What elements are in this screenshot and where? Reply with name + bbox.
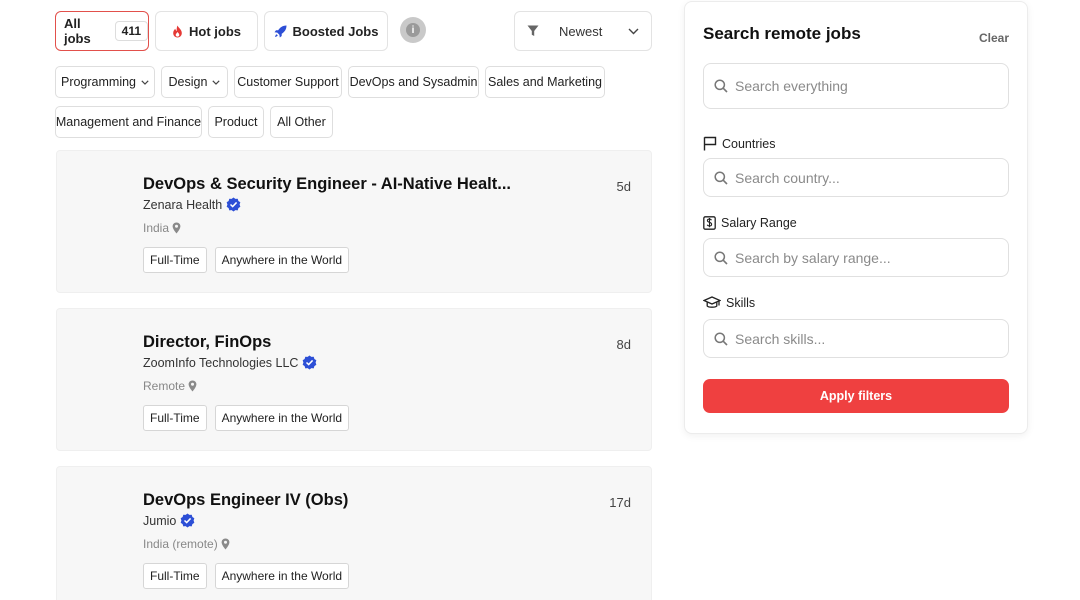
job-card[interactable]: Director, FinOps ZoomInfo Technologies L… bbox=[56, 308, 652, 451]
company-name: Zenara Health bbox=[143, 197, 223, 212]
panel-title: Search remote jobs bbox=[703, 24, 861, 43]
category-design[interactable]: Design bbox=[161, 66, 228, 98]
flag-icon bbox=[703, 136, 717, 151]
category-all-other[interactable]: All Other bbox=[270, 106, 333, 138]
rocket-icon bbox=[274, 25, 287, 37]
search-icon bbox=[714, 79, 728, 93]
job-title[interactable]: Director, FinOps bbox=[143, 333, 271, 352]
job-posted-age: 5d bbox=[616, 179, 631, 194]
sort-dropdown[interactable]: Newest bbox=[514, 11, 652, 51]
tab-hot-jobs[interactable]: Hot jobs bbox=[155, 11, 258, 51]
category-programming[interactable]: Programming bbox=[55, 66, 155, 98]
job-tags: Full-Time Anywhere in the World bbox=[143, 563, 350, 589]
job-tag: Anywhere in the World bbox=[214, 247, 350, 273]
salary-search-input[interactable]: Search by salary range... bbox=[703, 238, 1009, 277]
skills-label-text: Skills bbox=[726, 296, 756, 310]
tab-all-jobs-label: All jobs bbox=[64, 16, 91, 46]
jobs-count-badge: 411 bbox=[114, 21, 148, 41]
countries-section-label: Countries bbox=[703, 136, 776, 151]
info-icon: i bbox=[406, 23, 420, 37]
category-customer-support[interactable]: Customer Support bbox=[234, 66, 342, 98]
chevron-down-icon bbox=[628, 28, 639, 34]
verified-badge-icon bbox=[226, 197, 241, 212]
job-location: India bbox=[143, 221, 181, 235]
salary-placeholder: Search by salary range... bbox=[735, 249, 891, 266]
flame-icon bbox=[173, 25, 182, 37]
job-tags: Full-Time Anywhere in the World bbox=[143, 247, 350, 273]
countries-label-text: Countries bbox=[722, 136, 776, 151]
search-everything-input[interactable]: Search everything bbox=[703, 63, 1009, 109]
category-label: Sales and Marketing bbox=[488, 75, 602, 89]
job-title[interactable]: DevOps & Security Engineer - AI-Native H… bbox=[143, 175, 511, 194]
funnel-icon bbox=[527, 25, 539, 36]
map-pin-icon bbox=[188, 380, 197, 392]
job-location: India (remote) bbox=[143, 537, 230, 551]
job-tag: Full-Time bbox=[143, 405, 207, 431]
tab-all-jobs[interactable]: All jobs 411 bbox=[55, 11, 149, 51]
job-card[interactable]: DevOps & Security Engineer - AI-Native H… bbox=[56, 150, 652, 293]
category-label: All Other bbox=[277, 115, 326, 129]
job-tag: Anywhere in the World bbox=[214, 563, 350, 589]
job-title[interactable]: DevOps Engineer IV (Obs) bbox=[143, 491, 348, 510]
skills-section-label: Skills bbox=[703, 296, 755, 310]
category-label: Design bbox=[168, 75, 208, 89]
location-text: India bbox=[143, 221, 170, 235]
category-devops-sysadmin[interactable]: DevOps and Sysadmin bbox=[348, 66, 479, 98]
category-label: DevOps and Sysadmin bbox=[349, 75, 478, 89]
search-placeholder: Search everything bbox=[735, 78, 848, 94]
apply-filters-button[interactable]: Apply filters bbox=[703, 379, 1009, 413]
job-posted-age: 8d bbox=[616, 337, 631, 352]
country-placeholder: Search country... bbox=[735, 169, 840, 186]
clear-button[interactable]: Clear bbox=[979, 31, 1009, 45]
location-text: India (remote) bbox=[143, 537, 218, 551]
job-card[interactable]: DevOps Engineer IV (Obs) Jumio India (re… bbox=[56, 466, 652, 600]
sort-selected-value: Newest bbox=[559, 23, 603, 39]
job-tag: Anywhere in the World bbox=[214, 405, 350, 431]
tab-boosted-jobs-label: Boosted Jobs bbox=[292, 23, 379, 39]
map-pin-icon bbox=[221, 538, 230, 550]
salary-label-text: Salary Range bbox=[721, 216, 797, 230]
verified-badge-icon bbox=[181, 513, 195, 528]
verified-badge-icon bbox=[303, 355, 317, 370]
job-tag: Full-Time bbox=[143, 563, 207, 589]
category-management-finance[interactable]: Management and Finance bbox=[55, 106, 202, 138]
job-company: ZoomInfo Technologies LLC bbox=[143, 355, 317, 370]
category-label: Management and Finance bbox=[55, 115, 202, 129]
search-panel: Search remote jobs Clear Search everythi… bbox=[684, 1, 1028, 434]
country-search-input[interactable]: Search country... bbox=[703, 158, 1009, 197]
tab-boosted-jobs[interactable]: Boosted Jobs bbox=[264, 11, 388, 51]
skills-search-input[interactable]: Search skills... bbox=[703, 319, 1009, 358]
tab-hot-jobs-label: Hot jobs bbox=[189, 23, 241, 39]
graduation-cap-icon bbox=[703, 296, 721, 308]
info-button[interactable]: i bbox=[400, 17, 426, 43]
chevron-down-icon bbox=[212, 79, 221, 85]
company-name: ZoomInfo Technologies LLC bbox=[143, 355, 299, 370]
job-posted-age: 17d bbox=[609, 495, 631, 510]
company-name: Jumio bbox=[143, 513, 177, 528]
map-pin-icon bbox=[172, 222, 181, 234]
job-company: Jumio bbox=[143, 513, 195, 528]
category-product[interactable]: Product bbox=[208, 106, 264, 138]
job-company: Zenara Health bbox=[143, 197, 241, 212]
category-label: Product bbox=[214, 115, 258, 129]
job-tag: Full-Time bbox=[143, 247, 207, 273]
category-label: Programming bbox=[60, 75, 137, 89]
location-text: Remote bbox=[143, 379, 186, 393]
job-location: Remote bbox=[143, 379, 197, 393]
search-icon bbox=[714, 331, 728, 346]
salary-section-label: Salary Range bbox=[703, 216, 797, 230]
dollar-icon bbox=[703, 216, 716, 230]
category-sales-marketing[interactable]: Sales and Marketing bbox=[485, 66, 605, 98]
job-tags: Full-Time Anywhere in the World bbox=[143, 405, 350, 431]
skills-placeholder: Search skills... bbox=[735, 330, 826, 347]
category-label: Customer Support bbox=[237, 75, 339, 89]
search-icon bbox=[714, 250, 728, 265]
search-icon bbox=[714, 170, 728, 185]
chevron-down-icon bbox=[141, 79, 149, 85]
